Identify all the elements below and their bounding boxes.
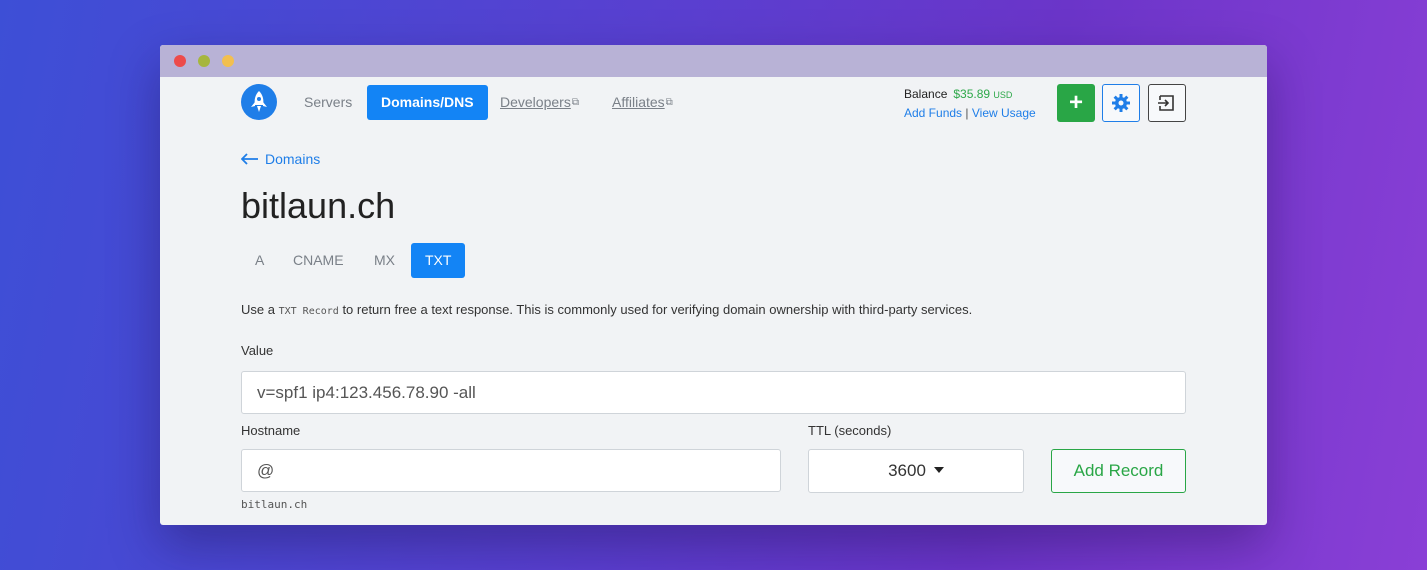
gear-icon bbox=[1112, 94, 1130, 112]
tab-txt[interactable]: TXT bbox=[411, 243, 466, 278]
add-record-button[interactable]: Add Record bbox=[1051, 449, 1186, 493]
logout-button[interactable] bbox=[1148, 84, 1186, 122]
back-to-domains-link[interactable]: Domains bbox=[241, 151, 320, 167]
add-funds-link[interactable]: Add Funds bbox=[904, 106, 962, 120]
nav-affiliates[interactable]: Affiliates⧉ bbox=[612, 85, 673, 120]
link-separator: | bbox=[965, 106, 969, 120]
ttl-label: TTL (seconds) bbox=[808, 423, 892, 438]
tab-cname[interactable]: CNAME bbox=[293, 243, 344, 278]
window-maximize-button[interactable] bbox=[222, 55, 234, 67]
caret-down-icon bbox=[933, 467, 944, 473]
ttl-value: 3600 bbox=[888, 461, 926, 480]
balance-label: Balance bbox=[904, 87, 948, 101]
logout-icon bbox=[1158, 95, 1174, 111]
back-link-label: Domains bbox=[265, 151, 321, 167]
hostname-label: Hostname bbox=[241, 423, 301, 438]
tab-a[interactable]: A bbox=[255, 243, 264, 278]
plus-icon: + bbox=[1068, 89, 1083, 116]
balance-amount: $35.89 bbox=[953, 87, 991, 101]
external-link-icon: ⧉ bbox=[571, 97, 579, 108]
ttl-select[interactable]: 3600 bbox=[808, 449, 1024, 493]
add-button[interactable]: + bbox=[1057, 84, 1095, 122]
description-suffix: to return free a text response. This is … bbox=[342, 302, 973, 317]
window-minimize-button[interactable] bbox=[198, 55, 210, 67]
browser-window: Servers Domains/DNS Developers⧉ Affiliat… bbox=[160, 45, 1267, 525]
external-link-icon: ⧉ bbox=[665, 97, 673, 108]
nav-developers[interactable]: Developers⧉ bbox=[500, 85, 579, 120]
nav-domains-dns[interactable]: Domains/DNS bbox=[367, 85, 488, 120]
window-close-button[interactable] bbox=[174, 55, 186, 67]
window-titlebar bbox=[160, 45, 1267, 77]
settings-button[interactable] bbox=[1102, 84, 1140, 122]
description-prefix: Use a bbox=[241, 302, 275, 317]
balance-currency: USD bbox=[993, 90, 1013, 100]
arrow-left-icon bbox=[241, 153, 258, 165]
hostname-hint: bitlaun.ch bbox=[241, 498, 308, 511]
main-content: Servers Domains/DNS Developers⧉ Affiliat… bbox=[241, 77, 1186, 511]
description-code: TXT Record bbox=[278, 306, 339, 317]
hostname-input[interactable]: @ bbox=[241, 449, 781, 492]
view-usage-link[interactable]: View Usage bbox=[972, 106, 1036, 120]
record-description: Use a TXT Record to return free a text r… bbox=[241, 302, 972, 317]
page-title: bitlaun.ch bbox=[241, 185, 396, 226]
top-nav: Servers Domains/DNS Developers⧉ Affiliat… bbox=[241, 77, 1186, 137]
balance-box: Balance $35.89 USD Add Funds | View Usage bbox=[904, 85, 1036, 122]
value-label: Value bbox=[241, 343, 274, 358]
nav-developers-label: Developers bbox=[500, 94, 571, 110]
tab-mx[interactable]: MX bbox=[374, 243, 395, 278]
value-input[interactable]: v=spf1 ip4:123.456.78.90 -all bbox=[241, 371, 1186, 414]
rocket-logo-icon[interactable] bbox=[241, 84, 277, 120]
nav-servers[interactable]: Servers bbox=[304, 85, 352, 120]
nav-affiliates-label: Affiliates bbox=[612, 94, 665, 110]
